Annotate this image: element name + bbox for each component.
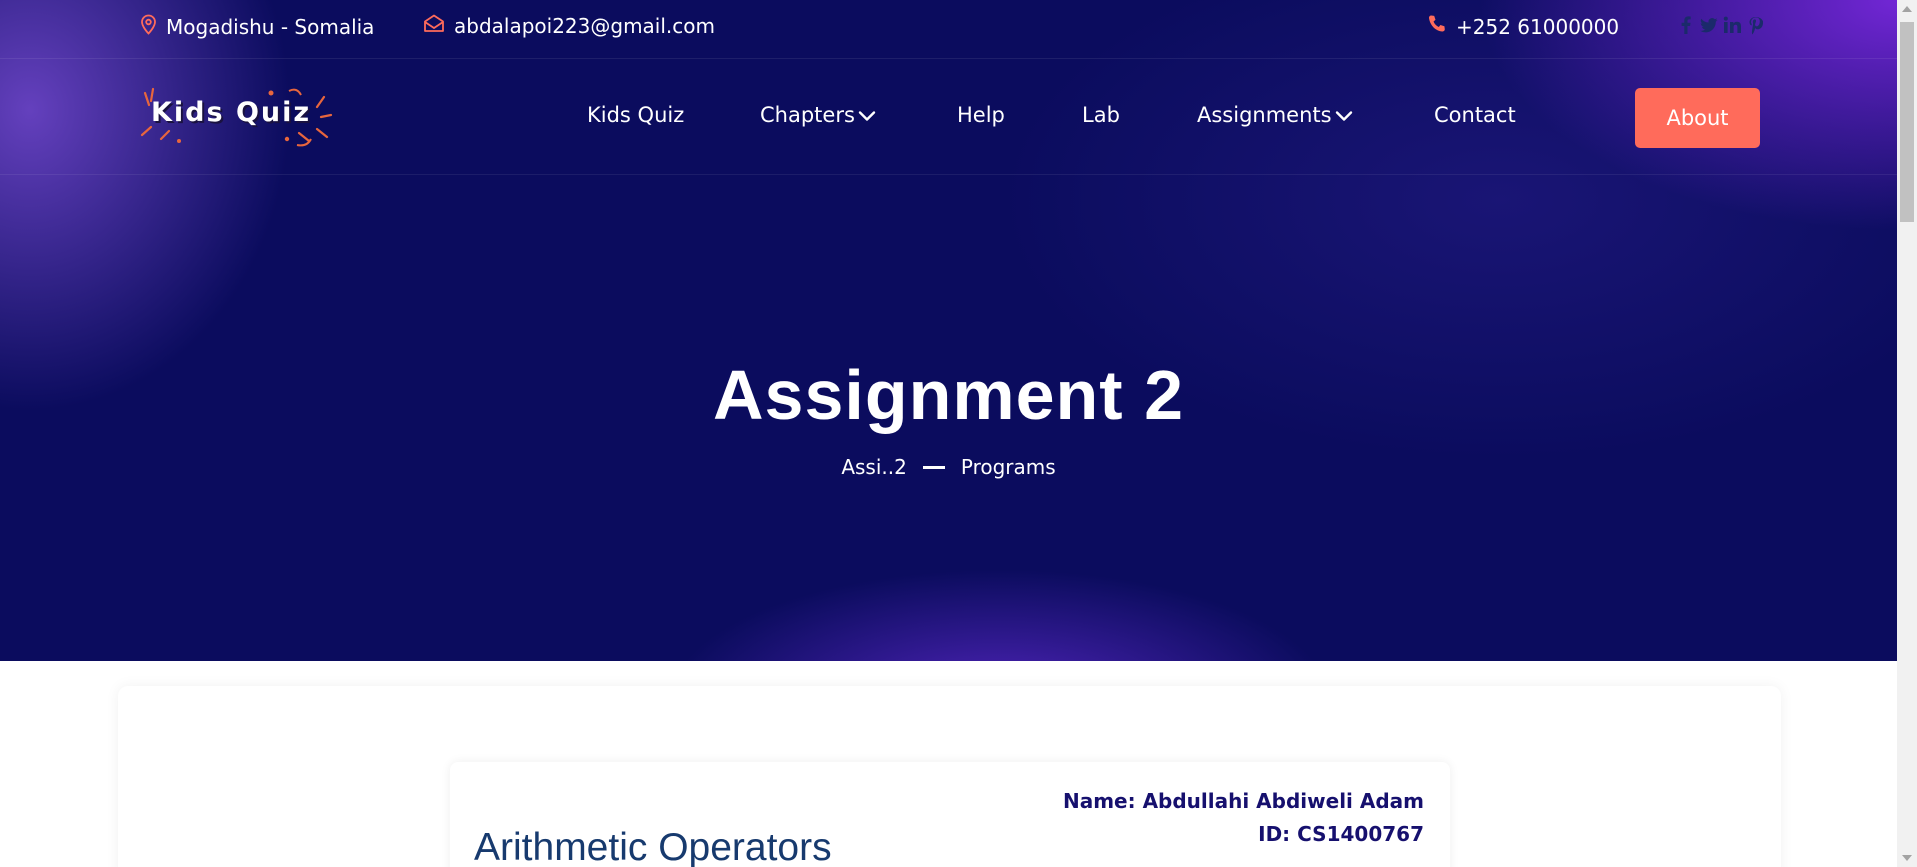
location-text: Mogadishu - Somalia <box>166 15 375 39</box>
main-navbar: Kids Quiz Kids Quiz Chapters Help Lab As… <box>0 59 1897 175</box>
nav-item-contact[interactable]: Contact <box>1434 103 1516 127</box>
nav-label: Help <box>957 103 1005 127</box>
breadcrumb-item-current[interactable]: Assi..2 <box>841 455 907 479</box>
breadcrumb: Assi..2 Programs <box>0 455 1897 479</box>
nav-label: Chapters <box>760 103 855 127</box>
student-name: Name: Abdullahi Abdiweli Adam <box>1062 789 1424 813</box>
section-title: Arithmetic Operators <box>474 826 832 867</box>
map-pin-icon <box>140 14 166 40</box>
twitter-icon[interactable] <box>1700 15 1718 35</box>
phone-icon <box>1427 14 1456 39</box>
scroll-up-arrow-icon[interactable] <box>1902 6 1912 12</box>
social-links <box>1677 15 1764 35</box>
phone-info[interactable]: +252 61000000 <box>1427 14 1619 39</box>
nav-item-lab[interactable]: Lab <box>1082 103 1120 127</box>
scroll-down-arrow-icon[interactable] <box>1902 855 1912 861</box>
breadcrumb-separator <box>922 465 945 469</box>
envelope-icon <box>423 14 454 38</box>
nav-item-chapters[interactable]: Chapters <box>760 103 876 127</box>
nav-label: Assignments <box>1197 103 1332 127</box>
chevron-down-icon <box>1332 103 1353 127</box>
nav-label: Kids Quiz <box>587 103 685 127</box>
vertical-scrollbar[interactable] <box>1897 0 1917 867</box>
pinterest-icon[interactable] <box>1746 15 1764 35</box>
email-link[interactable]: abdalapoi223@gmail.com <box>454 14 715 38</box>
logo-text: Kids Quiz <box>151 97 312 128</box>
scroll-thumb[interactable] <box>1900 22 1914 222</box>
nav-item-assignments[interactable]: Assignments <box>1197 103 1353 127</box>
nav-label: Lab <box>1082 103 1120 127</box>
nav-label: Contact <box>1434 103 1516 127</box>
site-logo[interactable]: Kids Quiz <box>139 87 339 147</box>
facebook-icon[interactable] <box>1677 15 1695 35</box>
top-info-bar: Mogadishu - Somalia abdalapoi223@gmail.c… <box>0 0 1897 59</box>
nav-item-kids-quiz[interactable]: Kids Quiz <box>587 103 684 127</box>
nav-item-help[interactable]: Help <box>957 103 1005 127</box>
hero-banner: Mogadishu - Somalia abdalapoi223@gmail.c… <box>0 0 1897 661</box>
location-info: Mogadishu - Somalia <box>140 14 374 40</box>
page-title: Assignment 2 <box>713 356 1184 434</box>
chevron-down-icon <box>855 103 876 127</box>
student-id: ID: CS1400767 <box>1258 822 1424 846</box>
assignment-card: Name: Abdullahi Abdiweli Adam ID: CS1400… <box>450 762 1450 867</box>
email-info[interactable]: abdalapoi223@gmail.com <box>423 14 715 38</box>
breadcrumb-item-programs[interactable]: Programs <box>961 455 1056 479</box>
phone-number[interactable]: +252 61000000 <box>1456 15 1619 39</box>
linkedin-icon[interactable] <box>1723 15 1741 35</box>
about-button[interactable]: About <box>1635 88 1760 148</box>
